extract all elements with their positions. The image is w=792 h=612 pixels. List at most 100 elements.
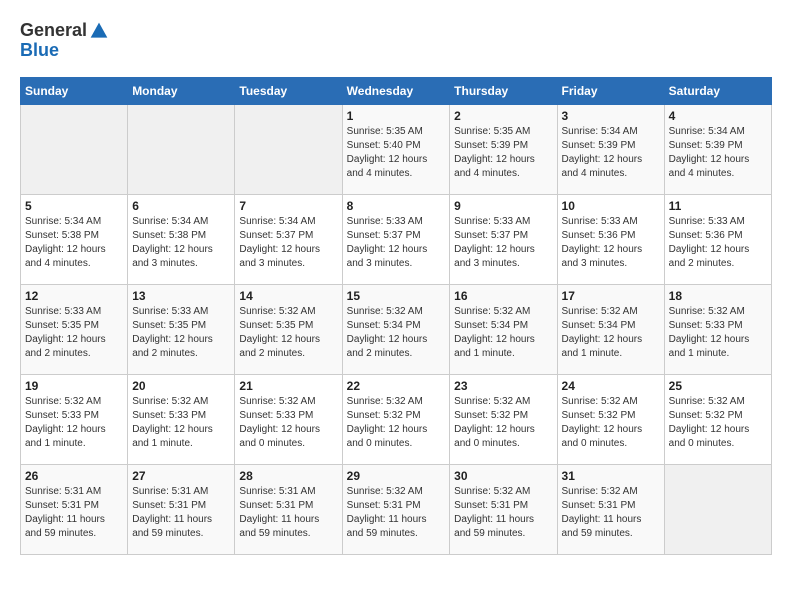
calendar-week-3: 12 Sunrise: 5:33 AM Sunset: 5:35 PM Dayli… <box>21 285 772 375</box>
calendar-cell: 29 Sunrise: 5:32 AM Sunset: 5:31 PM Dayli… <box>342 465 450 555</box>
calendar-cell: 15Sunrise: 5:32 AM Sunset: 5:34 PM Dayli… <box>342 285 450 375</box>
calendar-week-1: 1 Sunrise: 5:35 AM Sunset: 5:40 PM Daylig… <box>21 105 772 195</box>
calendar-cell: 6Sunrise: 5:34 AM Sunset: 5:38 PM Daylig… <box>128 195 235 285</box>
day-number: 28 <box>239 469 337 483</box>
day-number: 25 <box>669 379 767 393</box>
day-info: Sunrise: 5:35 AM Sunset: 5:40 PM Dayligh… <box>347 125 446 181</box>
day-number: 31 <box>562 469 660 483</box>
day-number: 6 <box>132 199 230 213</box>
weekday-header-monday: Monday <box>128 78 235 105</box>
day-info: Sunrise: 5:32 AM Sunset: 5:32 PM Dayligh… <box>347 395 446 451</box>
calendar-cell: 21 Sunrise: 5:32 AM Sunset: 5:33 PM Dayli… <box>235 375 342 465</box>
day-number: 26 <box>25 469 123 483</box>
day-number: 24 <box>562 379 660 393</box>
day-number: 8 <box>347 199 446 213</box>
calendar-cell: 30 Sunrise: 5:32 AM Sunset: 5:31 PM Dayli… <box>450 465 557 555</box>
calendar-cell <box>664 465 771 555</box>
day-info: Sunrise: 5:34 AM Sunset: 5:39 PM Dayligh… <box>562 125 660 181</box>
calendar-cell: 13Sunrise: 5:33 AM Sunset: 5:35 PM Dayli… <box>128 285 235 375</box>
calendar-cell: 27 Sunrise: 5:31 AM Sunset: 5:31 PM Dayli… <box>128 465 235 555</box>
calendar-cell: 26Sunrise: 5:31 AM Sunset: 5:31 PM Dayli… <box>21 465 128 555</box>
calendar-cell: 9 Sunrise: 5:33 AM Sunset: 5:37 PM Daylig… <box>450 195 557 285</box>
day-number: 21 <box>239 379 337 393</box>
day-info: Sunrise: 5:32 AM Sunset: 5:34 PM Dayligh… <box>562 305 660 361</box>
calendar-cell: 20 Sunrise: 5:32 AM Sunset: 5:33 PM Dayli… <box>128 375 235 465</box>
page-header: General Blue <box>20 20 772 61</box>
calendar-cell: 25 Sunrise: 5:32 AM Sunset: 5:32 PM Dayli… <box>664 375 771 465</box>
day-info: Sunrise: 5:34 AM Sunset: 5:37 PM Dayligh… <box>239 215 337 271</box>
day-number: 9 <box>454 199 552 213</box>
day-info: Sunrise: 5:34 AM Sunset: 5:39 PM Dayligh… <box>669 125 767 181</box>
day-info: Sunrise: 5:32 AM Sunset: 5:31 PM Dayligh… <box>347 485 446 541</box>
calendar-cell: 31Sunrise: 5:32 AM Sunset: 5:31 PM Dayli… <box>557 465 664 555</box>
logo-general: General <box>20 20 87 42</box>
day-number: 18 <box>669 289 767 303</box>
day-number: 12 <box>25 289 123 303</box>
calendar-cell <box>21 105 128 195</box>
day-info: Sunrise: 5:35 AM Sunset: 5:39 PM Dayligh… <box>454 125 552 181</box>
header-row: SundayMondayTuesdayWednesdayThursdayFrid… <box>21 78 772 105</box>
weekday-header-wednesday: Wednesday <box>342 78 450 105</box>
weekday-header-sunday: Sunday <box>21 78 128 105</box>
day-info: Sunrise: 5:31 AM Sunset: 5:31 PM Dayligh… <box>239 485 337 541</box>
calendar-cell: 8 Sunrise: 5:33 AM Sunset: 5:37 PM Daylig… <box>342 195 450 285</box>
calendar-cell: 24Sunrise: 5:32 AM Sunset: 5:32 PM Dayli… <box>557 375 664 465</box>
day-number: 27 <box>132 469 230 483</box>
calendar-cell: 10Sunrise: 5:33 AM Sunset: 5:36 PM Dayli… <box>557 195 664 285</box>
calendar-cell: 19 Sunrise: 5:32 AM Sunset: 5:33 PM Dayli… <box>21 375 128 465</box>
day-number: 7 <box>239 199 337 213</box>
day-number: 23 <box>454 379 552 393</box>
day-info: Sunrise: 5:32 AM Sunset: 5:33 PM Dayligh… <box>669 305 767 361</box>
logo: General Blue <box>20 20 109 61</box>
day-number: 16 <box>454 289 552 303</box>
calendar-header: SundayMondayTuesdayWednesdayThursdayFrid… <box>21 78 772 105</box>
day-info: Sunrise: 5:33 AM Sunset: 5:36 PM Dayligh… <box>562 215 660 271</box>
day-info: Sunrise: 5:32 AM Sunset: 5:32 PM Dayligh… <box>669 395 767 451</box>
day-number: 30 <box>454 469 552 483</box>
day-info: Sunrise: 5:32 AM Sunset: 5:33 PM Dayligh… <box>132 395 230 451</box>
calendar-cell: 1 Sunrise: 5:35 AM Sunset: 5:40 PM Daylig… <box>342 105 450 195</box>
calendar-cell: 2Sunrise: 5:35 AM Sunset: 5:39 PM Daylig… <box>450 105 557 195</box>
calendar-cell <box>235 105 342 195</box>
logo-icon <box>89 21 109 41</box>
day-number: 3 <box>562 109 660 123</box>
calendar-cell: 28 Sunrise: 5:31 AM Sunset: 5:31 PM Dayli… <box>235 465 342 555</box>
weekday-header-thursday: Thursday <box>450 78 557 105</box>
day-info: Sunrise: 5:32 AM Sunset: 5:33 PM Dayligh… <box>239 395 337 451</box>
calendar-cell: 5Sunrise: 5:34 AM Sunset: 5:38 PM Daylig… <box>21 195 128 285</box>
calendar-cell: 4Sunrise: 5:34 AM Sunset: 5:39 PM Daylig… <box>664 105 771 195</box>
calendar-cell: 22Sunrise: 5:32 AM Sunset: 5:32 PM Dayli… <box>342 375 450 465</box>
calendar-cell: 3 Sunrise: 5:34 AM Sunset: 5:39 PM Daylig… <box>557 105 664 195</box>
weekday-header-friday: Friday <box>557 78 664 105</box>
calendar-cell: 7 Sunrise: 5:34 AM Sunset: 5:37 PM Daylig… <box>235 195 342 285</box>
calendar-cell: 14Sunrise: 5:32 AM Sunset: 5:35 PM Dayli… <box>235 285 342 375</box>
calendar-week-2: 5Sunrise: 5:34 AM Sunset: 5:38 PM Daylig… <box>21 195 772 285</box>
day-info: Sunrise: 5:32 AM Sunset: 5:32 PM Dayligh… <box>454 395 552 451</box>
day-number: 15 <box>347 289 446 303</box>
day-info: Sunrise: 5:32 AM Sunset: 5:34 PM Dayligh… <box>454 305 552 361</box>
calendar-cell: 12 Sunrise: 5:33 AM Sunset: 5:35 PM Dayli… <box>21 285 128 375</box>
day-info: Sunrise: 5:33 AM Sunset: 5:37 PM Dayligh… <box>454 215 552 271</box>
day-info: Sunrise: 5:33 AM Sunset: 5:37 PM Dayligh… <box>347 215 446 271</box>
day-number: 19 <box>25 379 123 393</box>
day-info: Sunrise: 5:33 AM Sunset: 5:35 PM Dayligh… <box>25 305 123 361</box>
day-number: 11 <box>669 199 767 213</box>
day-number: 14 <box>239 289 337 303</box>
weekday-header-tuesday: Tuesday <box>235 78 342 105</box>
day-info: Sunrise: 5:32 AM Sunset: 5:33 PM Dayligh… <box>25 395 123 451</box>
day-info: Sunrise: 5:31 AM Sunset: 5:31 PM Dayligh… <box>132 485 230 541</box>
weekday-header-saturday: Saturday <box>664 78 771 105</box>
day-number: 29 <box>347 469 446 483</box>
calendar-week-4: 19 Sunrise: 5:32 AM Sunset: 5:33 PM Dayli… <box>21 375 772 465</box>
calendar-cell: 17Sunrise: 5:32 AM Sunset: 5:34 PM Dayli… <box>557 285 664 375</box>
day-info: Sunrise: 5:33 AM Sunset: 5:35 PM Dayligh… <box>132 305 230 361</box>
day-number: 5 <box>25 199 123 213</box>
calendar-table: SundayMondayTuesdayWednesdayThursdayFrid… <box>20 77 772 555</box>
day-info: Sunrise: 5:32 AM Sunset: 5:31 PM Dayligh… <box>454 485 552 541</box>
day-info: Sunrise: 5:33 AM Sunset: 5:36 PM Dayligh… <box>669 215 767 271</box>
calendar-cell <box>128 105 235 195</box>
calendar-body: 1 Sunrise: 5:35 AM Sunset: 5:40 PM Daylig… <box>21 105 772 555</box>
day-number: 1 <box>347 109 446 123</box>
calendar-cell: 18 Sunrise: 5:32 AM Sunset: 5:33 PM Dayli… <box>664 285 771 375</box>
day-number: 20 <box>132 379 230 393</box>
